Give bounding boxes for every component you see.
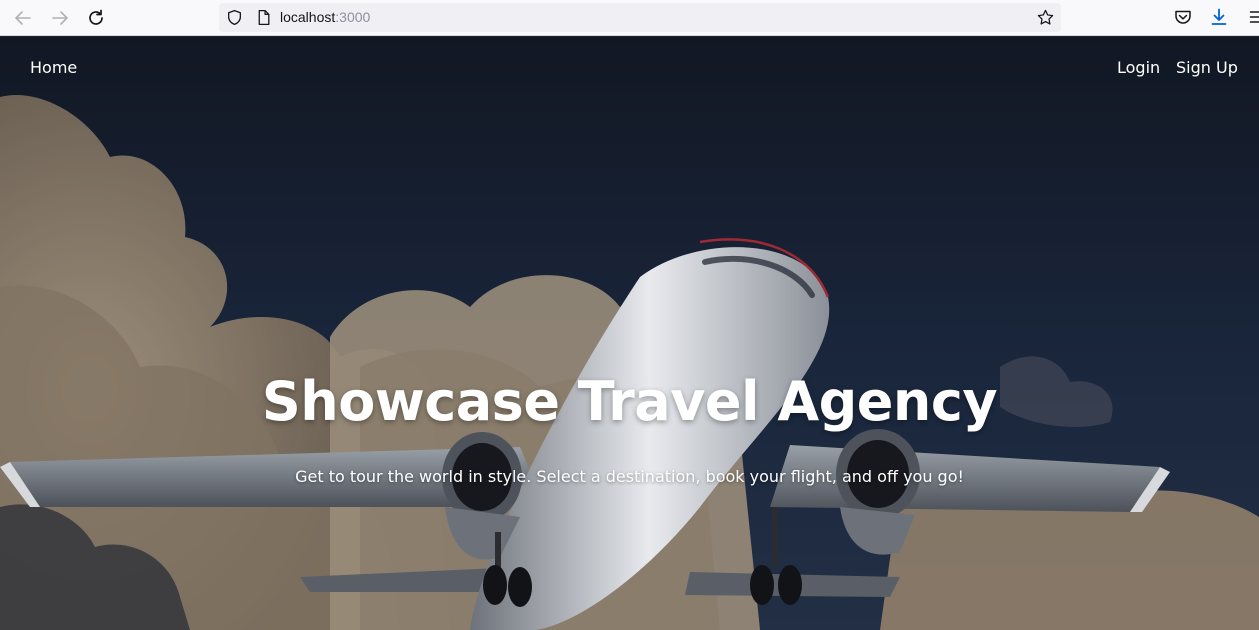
arrow-right-icon (52, 11, 68, 25)
browser-toolbar: localhost:3000 (0, 0, 1259, 36)
address-bar[interactable]: localhost:3000 (219, 3, 1061, 32)
page-icon[interactable] (255, 9, 272, 26)
url-host: localhost (280, 9, 336, 25)
back-button[interactable] (11, 6, 35, 30)
site-navbar: Home Login Sign Up (0, 37, 1259, 101)
nav-home-link[interactable]: Home (30, 58, 77, 78)
bookmark-star-icon[interactable] (1036, 8, 1055, 27)
hero-subtitle: Get to tour the world in style. Select a… (295, 467, 964, 486)
reload-icon (89, 9, 103, 25)
nav-login-link[interactable]: Login (1117, 58, 1160, 78)
hero-section: Home Login Sign Up Showcase Travel Agenc… (0, 37, 1259, 630)
hero-background-image (0, 37, 1259, 630)
shield-icon[interactable] (226, 9, 243, 26)
url-port: :3000 (335, 9, 371, 25)
arrow-left-icon (15, 11, 31, 25)
hamburger-menu-icon[interactable] (1246, 7, 1259, 27)
pocket-icon[interactable] (1173, 7, 1193, 27)
forward-button[interactable] (48, 6, 72, 30)
reload-button[interactable] (84, 6, 108, 30)
nav-signup-link[interactable]: Sign Up (1176, 58, 1238, 78)
url-text[interactable]: localhost:3000 (280, 9, 370, 26)
hero-title: Showcase Travel Agency (261, 370, 998, 433)
download-icon[interactable] (1209, 7, 1229, 27)
